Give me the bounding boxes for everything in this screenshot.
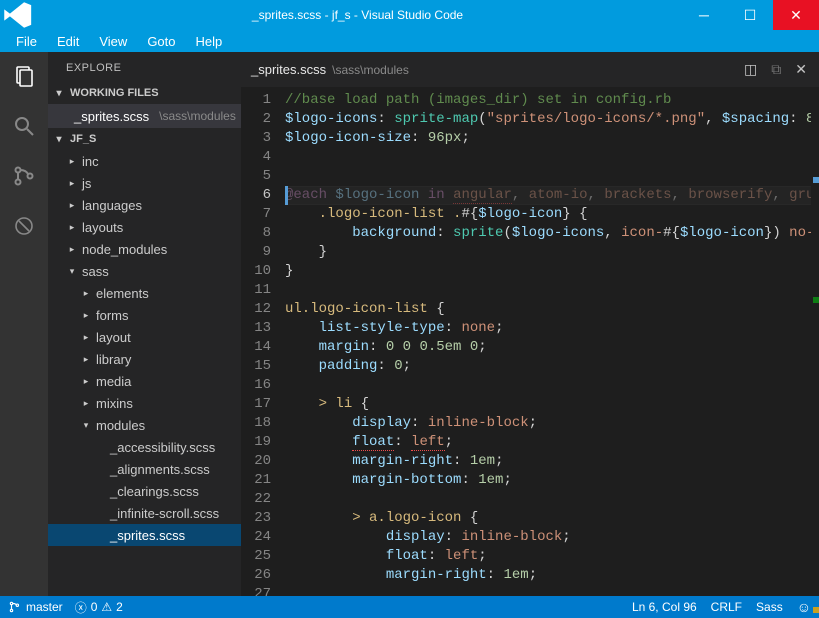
editor-tab-dir: \sass\modules [332, 63, 409, 77]
warning-icon: ⚠ [101, 600, 112, 614]
tree-item[interactable]: ▸elements [48, 282, 241, 304]
open-editor-dir: \sass\modules [159, 109, 236, 123]
editor-area: _sprites.scss \sass\modules ◫ ⧉ ✕ 123456… [241, 52, 819, 596]
menu-help[interactable]: Help [186, 32, 233, 51]
tree-item[interactable]: ▸forms [48, 304, 241, 326]
split-editor-icon[interactable]: ◫ [744, 61, 757, 78]
window-close-button[interactable]: ✕ [773, 0, 819, 30]
window-minimize-button[interactable]: ─ [681, 0, 727, 30]
tree-item[interactable]: ▸library [48, 348, 241, 370]
status-problems[interactable]: ⓧ0 ⚠2 [75, 599, 123, 616]
working-files-header[interactable]: ▾WORKING FILES [48, 82, 241, 104]
editor-body[interactable]: 1234567891011121314151617181920212223242… [241, 87, 819, 596]
editor-tab-bar: _sprites.scss \sass\modules ◫ ⧉ ✕ [241, 52, 819, 87]
tree-item[interactable]: ▾sass [48, 260, 241, 282]
overview-ruler[interactable] [811, 87, 819, 596]
search-icon[interactable] [10, 112, 38, 140]
tree-item[interactable]: _alignments.scss [48, 458, 241, 480]
menu-bar: FileEditViewGotoHelp [0, 30, 819, 52]
tree-item[interactable]: ▸layout [48, 326, 241, 348]
status-position[interactable]: Ln 6, Col 96 [632, 600, 697, 614]
window-title: _sprites.scss - jf_s - Visual Studio Cod… [34, 8, 681, 22]
tree-item[interactable]: ▸mixins [48, 392, 241, 414]
switch-editor-icon[interactable]: ⧉ [771, 61, 781, 78]
activity-bar [0, 52, 48, 596]
line-number-gutter: 1234567891011121314151617181920212223242… [241, 87, 285, 596]
window-maximize-button[interactable]: ☐ [727, 0, 773, 30]
source-control-icon[interactable] [10, 162, 38, 190]
status-bar: master ⓧ0 ⚠2 Ln 6, Col 96 CRLF Sass ☺ [0, 596, 819, 618]
tree-item[interactable]: ▸node_modules [48, 238, 241, 260]
sidebar-title: EXPLORE [48, 52, 241, 82]
project-header[interactable]: ▾JF_S [48, 128, 241, 150]
tree-item[interactable]: ▸layouts [48, 216, 241, 238]
status-eol[interactable]: CRLF [711, 600, 742, 614]
editor-tab-file[interactable]: _sprites.scss [251, 62, 326, 77]
tree-item[interactable]: ▸languages [48, 194, 241, 216]
menu-edit[interactable]: Edit [47, 32, 89, 51]
open-editor-file: _sprites.scss [74, 109, 149, 124]
tree-item[interactable]: ▾modules [48, 414, 241, 436]
status-branch[interactable]: master [8, 600, 63, 614]
open-editor-item[interactable]: _sprites.scss \sass\modules [48, 104, 241, 128]
debug-icon[interactable] [10, 212, 38, 240]
feedback-icon[interactable]: ☺ [797, 599, 811, 615]
tree-item[interactable]: _accessibility.scss [48, 436, 241, 458]
tree-item[interactable]: _clearings.scss [48, 480, 241, 502]
status-language[interactable]: Sass [756, 600, 783, 614]
vscode-icon [0, 0, 34, 32]
close-editor-icon[interactable]: ✕ [795, 61, 807, 78]
tree-item[interactable]: ▸media [48, 370, 241, 392]
code-content[interactable]: //base load path (images_dir) set in con… [285, 87, 819, 596]
tree-item[interactable]: _infinite-scroll.scss [48, 502, 241, 524]
error-icon: ⓧ [75, 599, 87, 616]
menu-view[interactable]: View [89, 32, 137, 51]
window-titlebar: _sprites.scss - jf_s - Visual Studio Cod… [0, 0, 819, 30]
explorer-icon[interactable] [10, 62, 38, 90]
menu-goto[interactable]: Goto [137, 32, 185, 51]
tree-item[interactable]: ▸inc [48, 150, 241, 172]
sidebar-explorer: EXPLORE ▾WORKING FILES _sprites.scss \sa… [48, 52, 241, 596]
tree-item[interactable]: _sprites.scss [48, 524, 241, 546]
menu-file[interactable]: File [6, 32, 47, 51]
tree-item[interactable]: ▸js [48, 172, 241, 194]
